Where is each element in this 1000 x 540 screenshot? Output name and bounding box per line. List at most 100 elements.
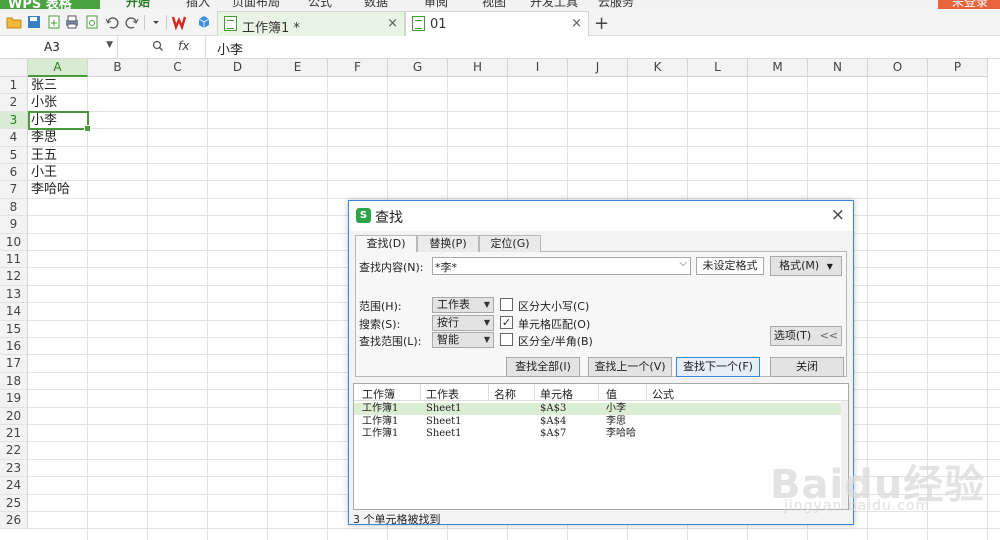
dialog-titlebar[interactable]: S 查找 × bbox=[349, 201, 853, 231]
cell-a7[interactable]: 李哈哈 bbox=[31, 181, 70, 198]
cube-icon[interactable] bbox=[196, 14, 212, 30]
col-header-formula[interactable]: 公式 bbox=[652, 386, 674, 402]
row-header-20[interactable]: 20 bbox=[0, 407, 28, 425]
row-header-26[interactable]: 26 bbox=[0, 512, 28, 530]
close-icon[interactable]: × bbox=[831, 205, 845, 225]
open-folder-icon[interactable] bbox=[6, 14, 22, 30]
column-header-n[interactable]: N bbox=[808, 59, 868, 77]
close-tab-icon[interactable]: × bbox=[571, 16, 582, 31]
undo-icon[interactable] bbox=[104, 14, 120, 30]
ribbon-tab-review[interactable]: 审阅 bbox=[424, 0, 448, 9]
row-header-13[interactable]: 13 bbox=[0, 285, 28, 304]
row-header-4[interactable]: 4 bbox=[0, 129, 28, 147]
column-header-e[interactable]: E bbox=[268, 59, 328, 77]
match-cell-checkbox[interactable]: ✓ bbox=[500, 316, 513, 329]
row-header-22[interactable]: 22 bbox=[0, 442, 28, 460]
doc-tab-workbook1[interactable]: 工作簿1 * × bbox=[217, 11, 405, 36]
result-row[interactable]: 工作簿1 Sheet1 $A$3 小李 bbox=[354, 403, 848, 415]
row-header-9[interactable]: 9 bbox=[0, 216, 28, 234]
ribbon-tab-home[interactable]: 开始 bbox=[126, 0, 150, 9]
row-header-2[interactable]: 2 bbox=[0, 94, 28, 112]
magnifier-icon[interactable] bbox=[152, 40, 164, 55]
column-header-c[interactable]: C bbox=[148, 59, 208, 77]
no-format-button[interactable]: 未设定格式 bbox=[696, 257, 764, 275]
column-header-h[interactable]: H bbox=[448, 59, 508, 77]
tab-find[interactable]: 查找(D) bbox=[355, 235, 417, 253]
col-header-value[interactable]: 值 bbox=[606, 386, 617, 402]
col-header-name[interactable]: 名称 bbox=[494, 386, 516, 402]
ribbon-tab-formula[interactable]: 公式 bbox=[308, 0, 332, 9]
app-menu-button[interactable]: WPS 表格 bbox=[0, 0, 100, 9]
row-header-3[interactable]: 3 bbox=[0, 111, 28, 130]
row-header-19[interactable]: 19 bbox=[0, 390, 28, 408]
column-header-d[interactable]: D bbox=[208, 59, 268, 77]
row-header-23[interactable]: 23 bbox=[0, 459, 28, 478]
row-header-24[interactable]: 24 bbox=[0, 477, 28, 495]
column-header-f[interactable]: F bbox=[328, 59, 388, 77]
wps-logo-icon[interactable] bbox=[171, 14, 188, 31]
row-header-8[interactable]: 8 bbox=[0, 198, 28, 217]
row-header-16[interactable]: 16 bbox=[0, 338, 28, 356]
print-icon[interactable] bbox=[64, 14, 80, 30]
col-header-cell[interactable]: 单元格 bbox=[540, 386, 573, 402]
column-header-b[interactable]: B bbox=[88, 59, 148, 77]
close-button[interactable]: 关闭 bbox=[770, 357, 844, 377]
cell-a2[interactable]: 小张 bbox=[31, 94, 57, 111]
find-previous-button[interactable]: 查找上一个(V) bbox=[588, 357, 672, 377]
tab-goto[interactable]: 定位(G) bbox=[479, 235, 541, 252]
row-header-25[interactable]: 25 bbox=[0, 494, 28, 512]
fx-icon[interactable]: fx bbox=[178, 39, 189, 53]
save-icon[interactable] bbox=[26, 14, 42, 30]
row-header-14[interactable]: 14 bbox=[0, 303, 28, 321]
login-button[interactable]: 未登录 bbox=[938, 0, 1000, 9]
row-header-12[interactable]: 12 bbox=[0, 268, 28, 286]
scope-select[interactable]: 工作表 ▼ bbox=[432, 297, 494, 313]
ribbon-tab-data[interactable]: 数据 bbox=[364, 0, 388, 9]
cell-a4[interactable]: 李思 bbox=[31, 129, 57, 146]
print-preview-icon[interactable] bbox=[84, 14, 100, 30]
match-width-checkbox[interactable] bbox=[500, 333, 513, 346]
new-tab-plus-icon[interactable]: + bbox=[594, 15, 609, 33]
find-next-button[interactable]: 查找下一个(F) bbox=[676, 357, 760, 377]
column-header-i[interactable]: I bbox=[508, 59, 568, 77]
cell-a5[interactable]: 王五 bbox=[31, 147, 57, 164]
row-header-6[interactable]: 6 bbox=[0, 164, 28, 182]
ribbon-tab-cloud[interactable]: 云服务 bbox=[598, 0, 634, 9]
match-case-checkbox[interactable] bbox=[500, 298, 513, 311]
column-header-a[interactable]: A bbox=[28, 59, 88, 77]
column-header-j[interactable]: J bbox=[568, 59, 628, 77]
cell-a1[interactable]: 张三 bbox=[31, 77, 57, 94]
row-header-1[interactable]: 1 bbox=[0, 77, 28, 95]
col-header-book[interactable]: 工作簿 bbox=[362, 386, 395, 402]
column-header-o[interactable]: O bbox=[868, 59, 928, 77]
column-header-g[interactable]: G bbox=[388, 59, 448, 77]
find-all-button[interactable]: 查找全部(I) bbox=[506, 357, 580, 377]
chevron-down-icon[interactable]: ▼ bbox=[106, 40, 113, 50]
lookin-select[interactable]: 智能 ▼ bbox=[432, 332, 494, 348]
row-header-15[interactable]: 15 bbox=[0, 320, 28, 338]
column-header-k[interactable]: K bbox=[628, 59, 688, 77]
ribbon-tab-insert[interactable]: 插入 bbox=[186, 0, 210, 9]
col-header-sheet[interactable]: 工作表 bbox=[426, 386, 459, 402]
ribbon-tab-layout[interactable]: 页面布局 bbox=[232, 0, 280, 9]
search-order-select[interactable]: 按行 ▼ bbox=[432, 315, 494, 331]
column-header-p[interactable]: P bbox=[928, 59, 988, 77]
tab-replace[interactable]: 替换(P) bbox=[417, 235, 479, 252]
row-header-10[interactable]: 10 bbox=[0, 233, 28, 251]
find-content-input[interactable]: *李* ⌵ bbox=[432, 257, 691, 275]
row-header-17[interactable]: 17 bbox=[0, 355, 28, 373]
cell-a6[interactable]: 小王 bbox=[31, 164, 57, 181]
format-button[interactable]: 格式(M) ▼ bbox=[770, 256, 842, 276]
row-header-5[interactable]: 5 bbox=[0, 146, 28, 164]
row-header-18[interactable]: 18 bbox=[0, 372, 28, 391]
doc-tab-01[interactable]: 01 × bbox=[405, 11, 589, 36]
column-header-m[interactable]: M bbox=[748, 59, 808, 77]
options-button[interactable]: 选项(T) << bbox=[770, 326, 842, 346]
row-header-11[interactable]: 11 bbox=[0, 251, 28, 269]
row-header-7[interactable]: 7 bbox=[0, 181, 28, 199]
redo-icon[interactable] bbox=[124, 14, 140, 30]
formula-input[interactable]: 小李 bbox=[205, 37, 1000, 58]
customize-dropdown-icon[interactable] bbox=[148, 14, 164, 30]
select-all-corner[interactable] bbox=[0, 59, 28, 77]
column-header-l[interactable]: L bbox=[688, 59, 748, 77]
